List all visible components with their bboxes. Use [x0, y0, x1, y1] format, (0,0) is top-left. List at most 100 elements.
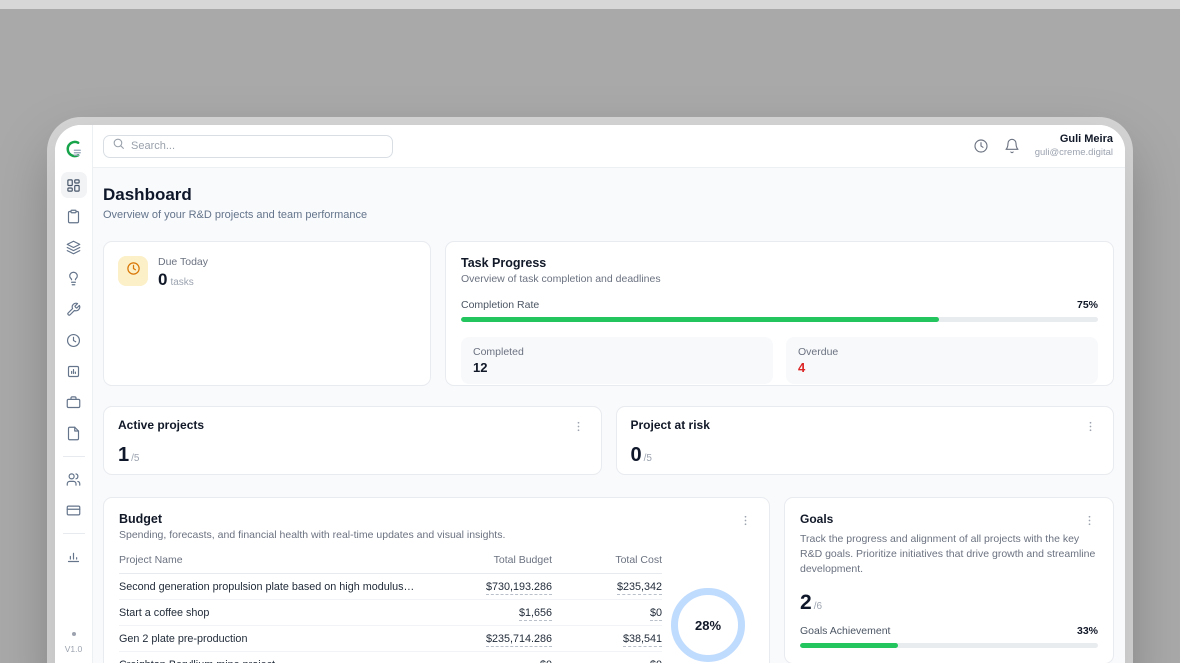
- overdue-stat-box[interactable]: Overdue 4: [786, 337, 1098, 384]
- overdue-label: Overdue: [798, 346, 1086, 358]
- total-budget-value: $0: [427, 659, 552, 663]
- active-projects-title: Active projects: [118, 418, 204, 432]
- dashboard-content: Dashboard Overview of your R&D projects …: [93, 168, 1125, 663]
- col-project-name: Project Name: [119, 554, 427, 566]
- task-progress-title: Task Progress: [461, 256, 1098, 270]
- search-icon: [112, 137, 125, 155]
- project-name: Second generation propulsion plate based…: [119, 581, 427, 593]
- goals-title: Goals: [800, 512, 833, 526]
- due-today-text: Due Today 0tasks: [158, 256, 208, 290]
- due-today-card[interactable]: Due Today 0tasks: [103, 241, 431, 386]
- goals-card: Goals Track the progress and alignment o…: [784, 497, 1114, 663]
- goals-total: /6: [814, 601, 822, 612]
- project-at-risk-value: 0: [631, 444, 642, 467]
- layers-icon: [66, 240, 81, 255]
- total-cost-value: $0: [552, 607, 662, 619]
- search-box[interactable]: [103, 135, 393, 158]
- col-total-cost: Total Cost: [552, 554, 662, 566]
- clock-icon: [66, 333, 81, 348]
- table-row[interactable]: Start a coffee shop $1,656 $0: [119, 600, 662, 626]
- budget-table-header: Project Name Total Budget Total Cost: [119, 554, 662, 574]
- budget-table: Project Name Total Budget Total Cost Sec…: [119, 554, 662, 663]
- kebab-menu-icon[interactable]: [737, 512, 754, 529]
- sidebar-item-documents[interactable]: [61, 420, 87, 446]
- sidebar-item-time[interactable]: [61, 327, 87, 353]
- goals-progress-fill: [800, 643, 898, 648]
- total-budget-value: $1,656: [427, 607, 552, 619]
- history-clock-icon[interactable]: [973, 138, 989, 154]
- total-budget-value: $235,714.286: [427, 633, 552, 645]
- completed-stat-box[interactable]: Completed 12: [461, 337, 773, 384]
- sidebar: V1.0: [55, 125, 93, 663]
- user-email: guli@creme.digital: [1035, 147, 1113, 159]
- app-window: V1.0: [55, 125, 1125, 663]
- topbar-actions: Guli Meira guli@creme.digital: [973, 133, 1113, 159]
- report-box-icon: [66, 364, 81, 379]
- goals-achievement-row: Goals Achievement 33%: [800, 625, 1098, 637]
- sidebar-item-ideas[interactable]: [61, 265, 87, 291]
- active-projects-value: 1: [118, 444, 129, 467]
- user-name: Guli Meira: [1035, 133, 1113, 147]
- active-projects-total: /5: [131, 453, 139, 464]
- project-name: Creighton Beryllium mine project: [119, 659, 427, 663]
- project-name: Gen 2 plate pre-production: [119, 633, 427, 645]
- budget-ring-area: 28%: [662, 554, 754, 663]
- goals-value: 2: [800, 591, 812, 615]
- sidebar-item-billing[interactable]: [61, 497, 87, 523]
- topbar: Guli Meira guli@creme.digital: [93, 125, 1125, 168]
- sidebar-item-reports[interactable]: [61, 358, 87, 384]
- goals-achievement-label: Goals Achievement: [800, 625, 890, 637]
- sidebar-item-projects[interactable]: [61, 234, 87, 260]
- due-clock-icon: [126, 261, 141, 281]
- col-total-budget: Total Budget: [427, 554, 552, 566]
- due-today-label: Due Today: [158, 256, 208, 268]
- total-budget-value: $730,193.286: [427, 581, 552, 593]
- sidebar-item-analytics[interactable]: [61, 543, 87, 569]
- kebab-menu-icon[interactable]: [570, 418, 587, 435]
- kebab-menu-icon[interactable]: [1081, 512, 1098, 529]
- sidebar-item-dashboard[interactable]: [61, 172, 87, 198]
- kebab-menu-icon[interactable]: [1082, 418, 1099, 435]
- due-today-value: 0tasks: [158, 270, 208, 290]
- total-cost-value: $0: [552, 659, 662, 663]
- top-strip: [0, 0, 1180, 9]
- budget-subtitle: Spending, forecasts, and financial healt…: [119, 529, 505, 541]
- creme-logo-icon: [64, 139, 84, 159]
- project-name: Start a coffee shop: [119, 607, 427, 619]
- goals-subtitle: Track the progress and alignment of all …: [800, 532, 1098, 578]
- sidebar-footer: V1.0: [65, 632, 83, 663]
- total-cost-value: $235,342: [552, 581, 662, 593]
- active-projects-card: Active projects 1 /5: [103, 406, 602, 475]
- sidebar-divider: [63, 456, 85, 457]
- user-menu[interactable]: Guli Meira guli@creme.digital: [1035, 133, 1113, 159]
- app-logo[interactable]: [62, 137, 86, 161]
- table-row[interactable]: Gen 2 plate pre-production $235,714.286 …: [119, 626, 662, 652]
- sidebar-item-team[interactable]: [61, 466, 87, 492]
- completion-rate-value: 75%: [1077, 299, 1098, 311]
- dashboard-grid-icon: [66, 178, 81, 193]
- budget-card: Budget Spending, forecasts, and financia…: [103, 497, 770, 663]
- lightbulb-icon: [66, 271, 81, 286]
- sidebar-divider: [63, 533, 85, 534]
- completed-value: 12: [473, 360, 761, 375]
- search-input[interactable]: [131, 140, 384, 152]
- sidebar-item-tasks[interactable]: [61, 203, 87, 229]
- credit-card-icon: [66, 503, 81, 518]
- table-row[interactable]: Second generation propulsion plate based…: [119, 574, 662, 600]
- project-at-risk-title: Project at risk: [631, 418, 710, 432]
- sidebar-item-tools[interactable]: [61, 296, 87, 322]
- desktop-backdrop: V1.0: [0, 0, 1180, 663]
- notifications-bell-icon[interactable]: [1004, 138, 1020, 154]
- task-progress-card: Task Progress Overview of task completio…: [445, 241, 1114, 386]
- sidebar-item-portfolio[interactable]: [61, 389, 87, 415]
- row-kpis: Active projects 1 /5 Project at risk: [103, 406, 1114, 475]
- total-cost-value: $38,541: [552, 633, 662, 645]
- task-stats-row: Completed 12 Overdue 4: [461, 337, 1098, 384]
- overdue-value: 4: [798, 360, 1086, 375]
- goals-achievement-value: 33%: [1077, 625, 1098, 637]
- completion-progress-fill: [461, 317, 939, 322]
- due-today-unit: tasks: [170, 277, 193, 288]
- document-icon: [66, 426, 81, 441]
- task-progress-subtitle: Overview of task completion and deadline…: [461, 273, 1098, 285]
- table-row[interactable]: Creighton Beryllium mine project $0 $0: [119, 652, 662, 663]
